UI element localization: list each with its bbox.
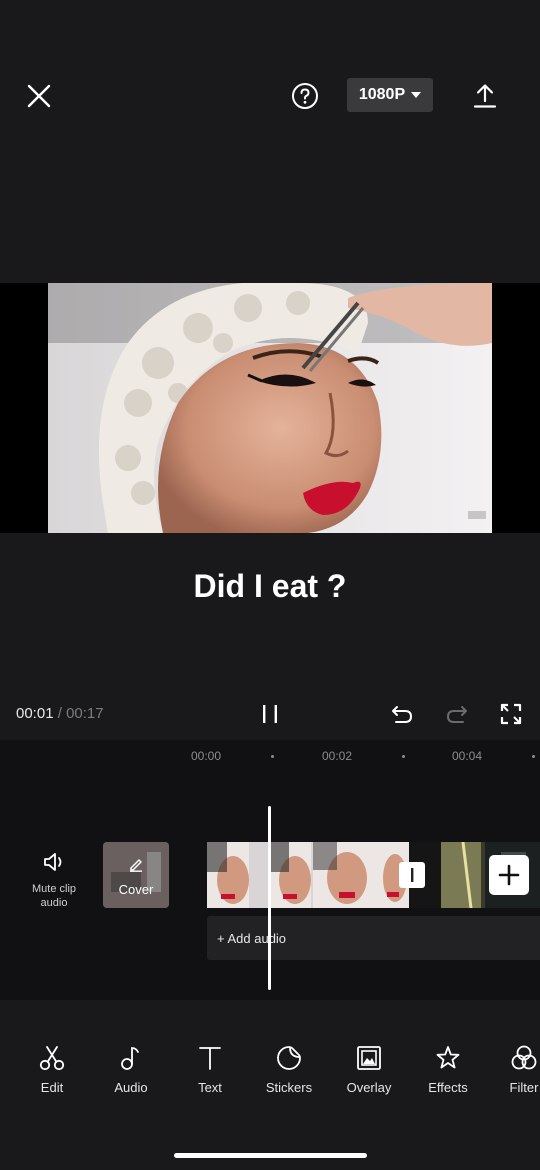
toolbar-stickers[interactable]: Stickers	[253, 1044, 325, 1095]
overlay-icon	[357, 1046, 381, 1070]
add-clip-button[interactable]	[489, 855, 529, 895]
ruler-tick	[532, 755, 535, 758]
add-audio-button[interactable]: + Add audio	[207, 916, 540, 960]
ruler-tick	[402, 755, 405, 758]
toolbar-filter[interactable]: Filter	[488, 1044, 540, 1095]
help-icon	[292, 83, 318, 109]
pause-icon	[263, 705, 277, 723]
mute-clip-audio-button[interactable]: Mute clip audio	[24, 852, 84, 910]
caret-down-icon	[411, 92, 422, 98]
export-button[interactable]	[468, 79, 502, 113]
ruler-label: 00:04	[452, 749, 483, 763]
sticker-icon	[277, 1046, 301, 1070]
filter-icon	[511, 1045, 537, 1070]
add-audio-label: + Add audio	[217, 930, 287, 946]
mute-label-line2: audio	[40, 897, 68, 909]
pause-button[interactable]	[256, 700, 284, 728]
close-button[interactable]	[22, 79, 56, 113]
fullscreen-button[interactable]	[497, 700, 525, 728]
effects-star-icon	[436, 1046, 460, 1069]
undo-button[interactable]	[388, 700, 416, 728]
export-icon	[473, 84, 497, 108]
time-separator: /	[57, 705, 62, 722]
toolbar-label: Edit	[40, 1080, 64, 1095]
toolbar-effects[interactable]: Effects	[412, 1044, 484, 1095]
cover-button[interactable]: Cover	[103, 842, 169, 908]
ruler-tick	[271, 755, 274, 758]
home-indicator[interactable]	[174, 1153, 367, 1158]
toolbar-audio[interactable]: Audio	[95, 1044, 167, 1095]
toolbar-label: Overlay	[346, 1080, 392, 1095]
toolbar-label: Text	[198, 1080, 222, 1095]
redo-button[interactable]	[443, 700, 471, 728]
music-note-icon	[121, 1047, 139, 1070]
help-button[interactable]	[288, 79, 322, 113]
time-display: 00:01 / 00:17	[16, 705, 104, 722]
video-clip[interactable]	[207, 842, 409, 908]
video-caption[interactable]: Did I eat ?	[0, 568, 540, 605]
transition-icon	[411, 868, 414, 882]
toolbar-label: Stickers	[265, 1080, 313, 1095]
ruler-label: 00:00	[191, 749, 222, 763]
toolbar-text[interactable]: Text	[174, 1044, 246, 1095]
resolution-selector[interactable]: 1080P	[347, 78, 433, 112]
toolbar-overlay[interactable]: Overlay	[333, 1044, 405, 1095]
edit-pencil-icon	[130, 859, 142, 872]
undo-icon	[392, 706, 413, 723]
close-icon	[27, 84, 51, 108]
ruler-label: 00:02	[322, 749, 353, 763]
top-bar	[0, 0, 540, 140]
playhead[interactable]	[268, 806, 271, 990]
toolbar-label: Audio	[114, 1080, 148, 1095]
plus-icon	[498, 864, 520, 886]
redo-icon	[446, 706, 467, 723]
cover-label: Cover	[118, 882, 154, 897]
toolbar-label: Filter	[509, 1080, 539, 1095]
total-time: 00:17	[66, 705, 104, 722]
fullscreen-icon	[500, 703, 522, 725]
resolution-label: 1080P	[358, 86, 406, 103]
video-frame-image	[48, 283, 492, 533]
transition-button[interactable]	[399, 862, 425, 888]
toolbar-edit[interactable]: Edit	[16, 1044, 88, 1095]
text-icon	[199, 1047, 221, 1070]
speaker-icon	[44, 853, 62, 871]
scissors-icon	[39, 1046, 65, 1071]
mute-label-line1: Mute clip	[31, 883, 77, 895]
current-time: 00:01	[16, 705, 54, 722]
toolbar-label: Effects	[428, 1080, 468, 1095]
